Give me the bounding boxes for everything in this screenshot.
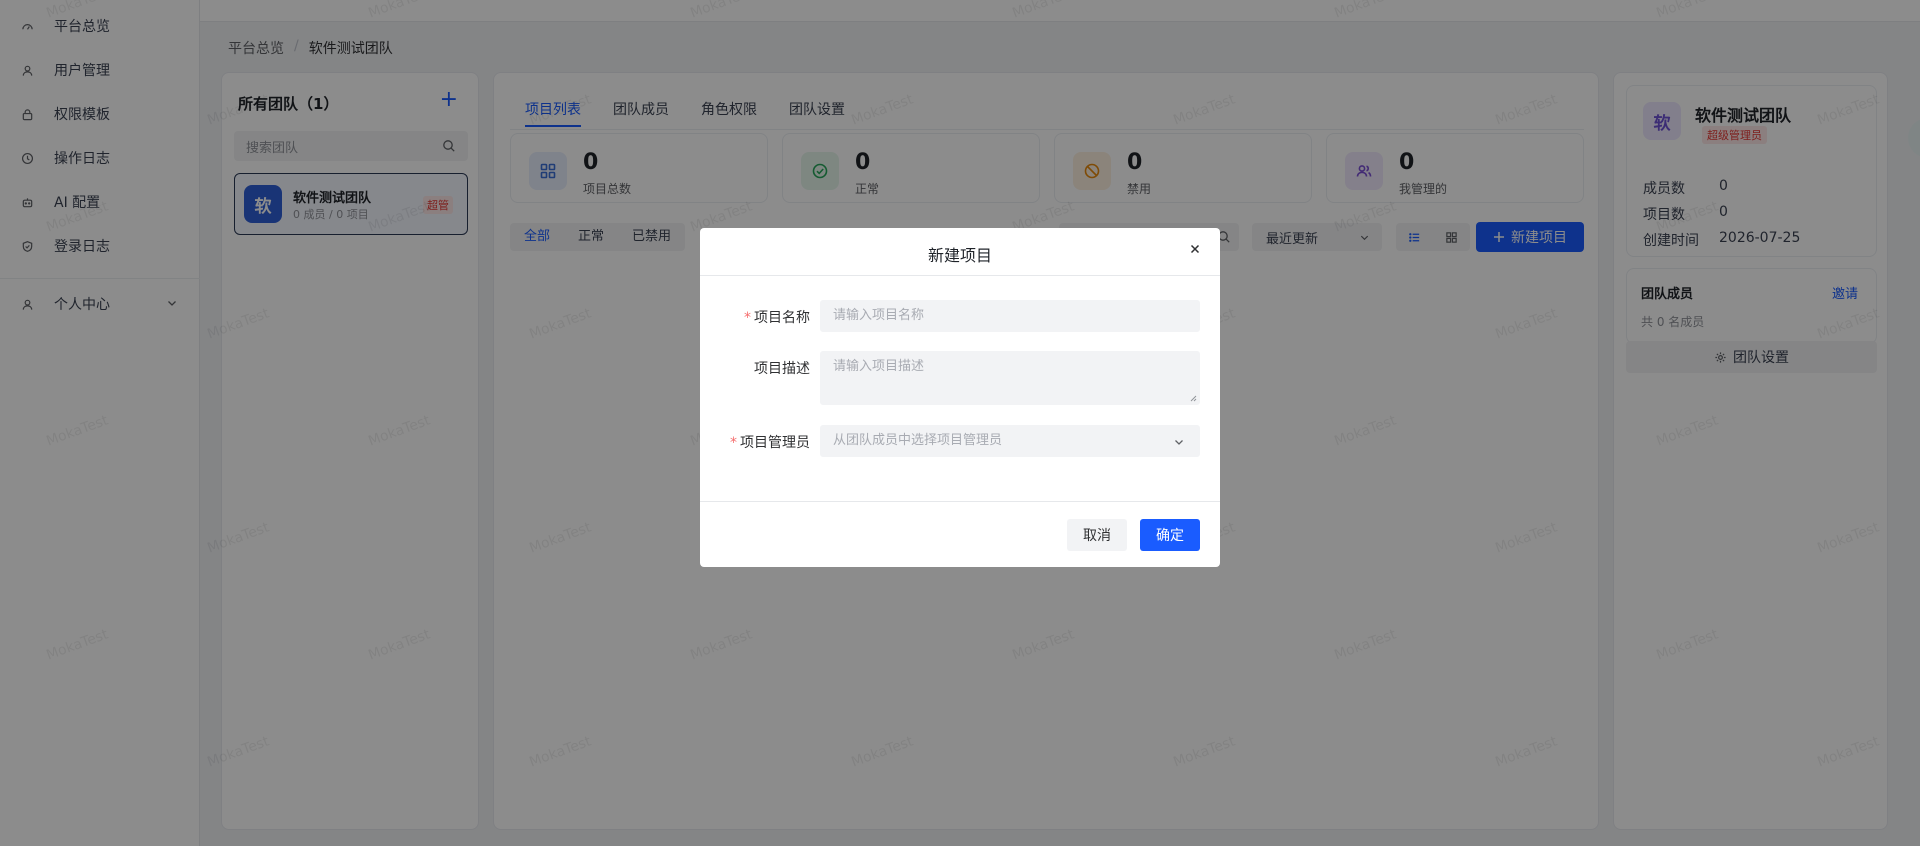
- resize-grip-icon[interactable]: [1189, 394, 1197, 402]
- project-name-placeholder: 请输入项目名称: [833, 308, 925, 323]
- new-project-dialog: 新建项目 * 项目名称 请输入项目名称 项目描述 请输入项目描述 * 项目管理员 从…: [700, 228, 1220, 567]
- confirm-button[interactable]: 确定: [1140, 519, 1200, 551]
- project-name-label: * 项目名称: [744, 310, 810, 326]
- dialog-title: 新建项目: [927, 246, 992, 265]
- dialog-header-divider: [700, 275, 1220, 276]
- close-icon[interactable]: [1188, 242, 1202, 256]
- dialog-footer-divider: [700, 501, 1220, 502]
- project-manager-placeholder: 从团队成员中选择项目管理员: [833, 433, 1003, 448]
- project-description-label: 项目描述: [754, 361, 810, 377]
- chevron-down-icon: [1175, 440, 1183, 445]
- project-manager-label: * 项目管理员: [730, 435, 810, 451]
- project-description-placeholder: 请输入项目描述: [833, 359, 925, 374]
- cancel-button[interactable]: 取消: [1067, 519, 1127, 551]
- project-manager-select[interactable]: 从团队成员中选择项目管理员: [820, 425, 1200, 457]
- required-mark: *: [744, 310, 751, 326]
- project-name-input[interactable]: 请输入项目名称: [820, 300, 1200, 332]
- project-description-textarea[interactable]: 请输入项目描述: [820, 351, 1200, 405]
- required-mark: *: [730, 435, 737, 451]
